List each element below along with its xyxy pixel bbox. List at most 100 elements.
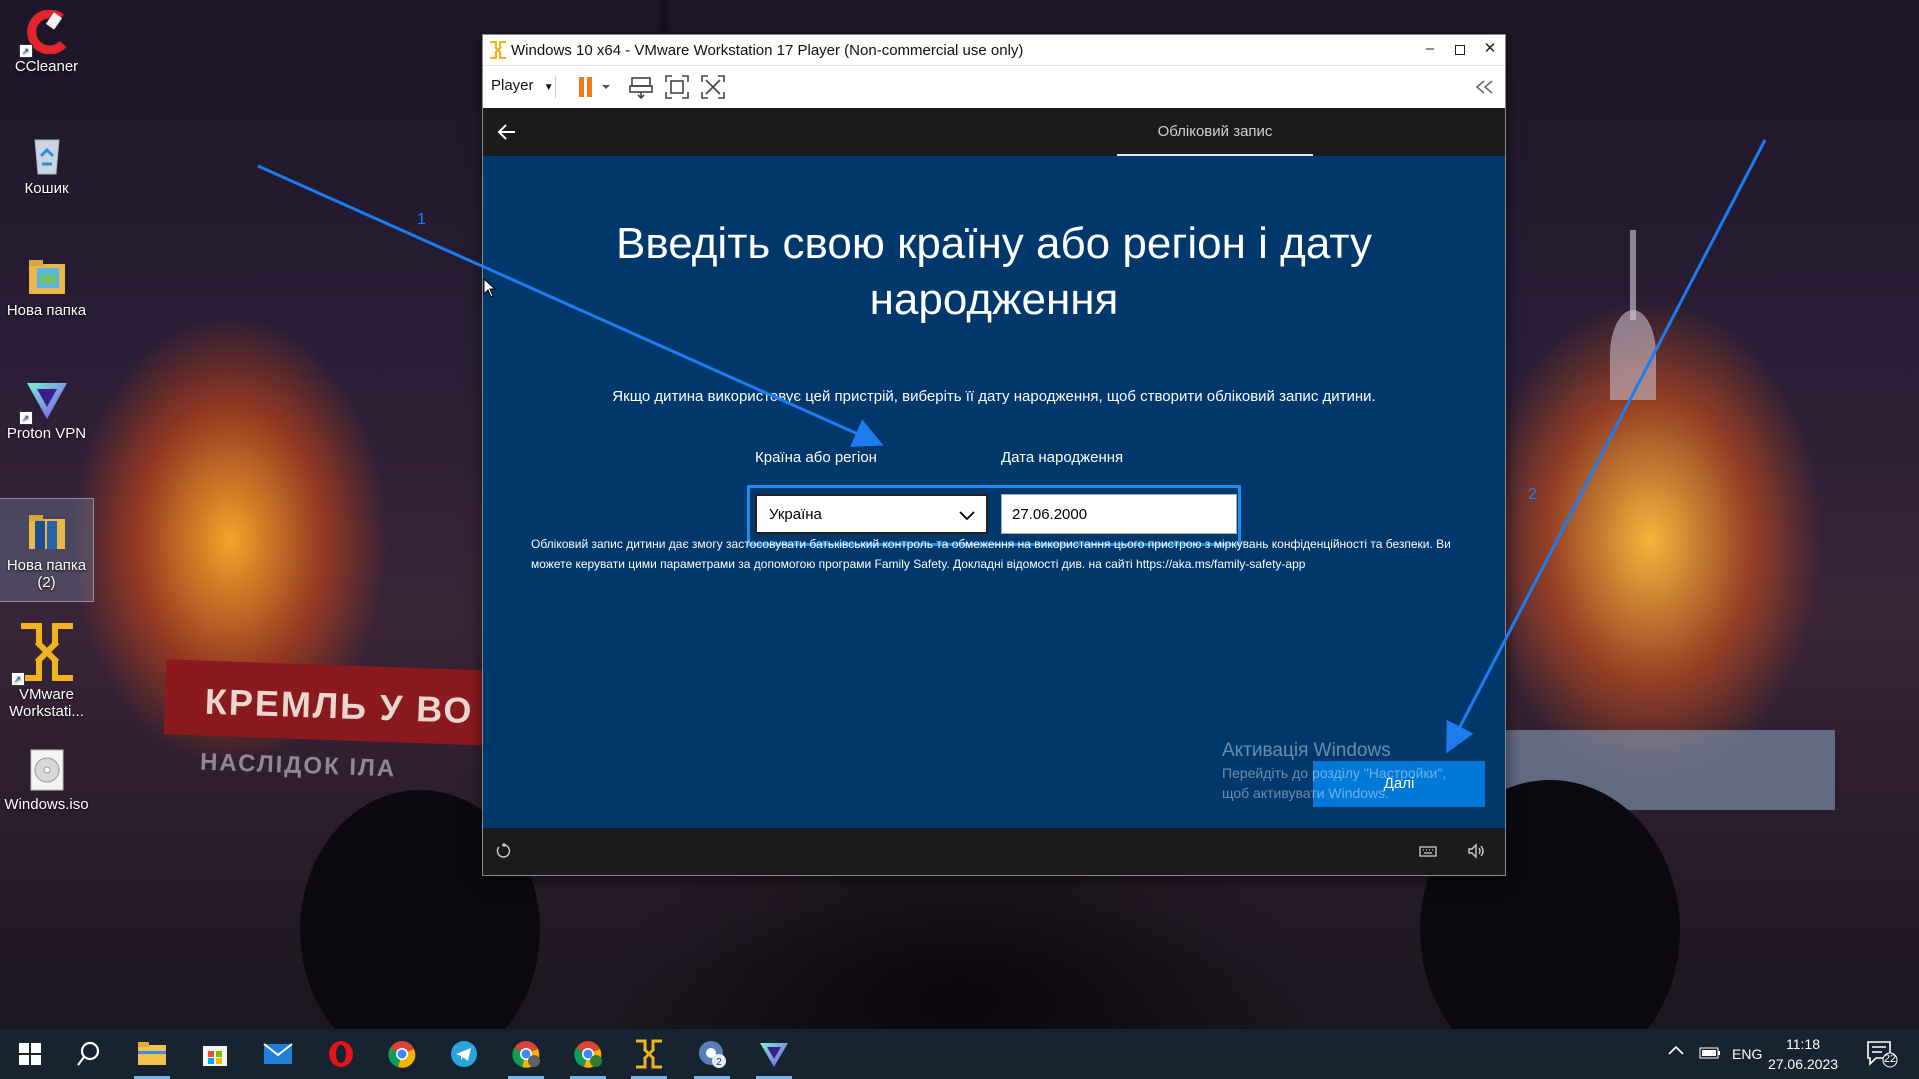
desktop-icon-new-folder[interactable]: Нова папка xyxy=(0,244,93,334)
taskbar-chrome[interactable] xyxy=(377,1029,427,1079)
toolbar-divider xyxy=(555,76,556,98)
desktop-icon-new-folder-2[interactable]: Нова папка (2) xyxy=(0,498,94,602)
fullscreen-icon[interactable] xyxy=(664,74,690,100)
taskbar-chrome-profile-j[interactable] xyxy=(563,1029,613,1079)
desktop-icon-label: VMware Workstati... xyxy=(9,686,84,720)
activation-title: Активація Windows xyxy=(1222,740,1391,761)
volume-icon[interactable] xyxy=(1467,842,1485,860)
minimize-button[interactable]: – xyxy=(1415,35,1445,65)
desktop-icon-proton-vpn[interactable]: ↗ Proton VPN xyxy=(0,367,93,457)
microsoft-store-icon xyxy=(203,1046,227,1066)
ccleaner-icon: ↗ xyxy=(18,9,69,58)
page-title-line1: Введіть свою країну або регіон і дату xyxy=(616,219,1372,268)
wallpaper-banner: КРЕМЛЬ У ВО xyxy=(163,659,497,746)
svg-text:2: 2 xyxy=(716,1057,722,1068)
birthdate-input[interactable] xyxy=(1001,494,1237,534)
mouse-cursor-icon xyxy=(483,277,497,303)
collapse-toolbar-icon[interactable] xyxy=(1474,79,1496,105)
vmware-app-icon xyxy=(489,40,507,60)
taskbar-microsoft-store[interactable] xyxy=(190,1029,240,1079)
desktop-icon-label: Нова папка xyxy=(6,302,87,319)
taskbar-proton-vpn[interactable] xyxy=(749,1029,799,1079)
chrome-icon xyxy=(388,1041,416,1068)
vmware-icon: ↗ xyxy=(10,622,77,686)
language-indicator[interactable]: ENG xyxy=(1732,1046,1762,1062)
window-title: Windows 10 x64 - VMware Workstation 17 P… xyxy=(511,42,1024,59)
mail-icon xyxy=(263,1043,293,1064)
annotation-number-1: 1 xyxy=(417,211,426,228)
search-button[interactable] xyxy=(64,1029,114,1079)
folder-icon xyxy=(25,254,69,298)
taskbar-vmware[interactable] xyxy=(624,1029,674,1079)
desktop-icon-label: Кошик xyxy=(24,180,69,197)
window-titlebar[interactable]: Windows 10 x64 - VMware Workstation 17 P… xyxy=(483,35,1505,66)
notification-count: 22 xyxy=(1883,1053,1897,1065)
page-title: Введіть свою країну або регіон і дату на… xyxy=(483,216,1505,328)
taskbar-telegram[interactable] xyxy=(439,1029,489,1079)
notification-center-icon[interactable]: 22 xyxy=(1866,1040,1898,1071)
desktop-icon-label: Нова папка (2) xyxy=(6,557,87,591)
start-button[interactable] xyxy=(5,1029,55,1079)
proton-vpn-icon xyxy=(760,1043,788,1067)
maximize-button[interactable] xyxy=(1445,35,1475,65)
player-menu[interactable]: Player ▼ xyxy=(491,77,554,94)
clock-time: 11:18 xyxy=(1786,1036,1820,1052)
vmware-toolbar: Player ▼ xyxy=(483,66,1505,109)
tab-account: Обліковий запис xyxy=(1117,108,1313,156)
oobe-header: Обліковий запис xyxy=(483,108,1505,156)
annotation-number-2: 2 xyxy=(1528,486,1537,503)
birthdate-label: Дата народження xyxy=(1001,449,1124,466)
taskbar: 2 ENG 11:18 27.06.2023 22 xyxy=(0,1029,1919,1079)
close-button[interactable]: ✕ xyxy=(1475,35,1505,65)
unity-mode-icon[interactable] xyxy=(700,74,726,100)
clock-date: 27.06.2023 xyxy=(1767,1056,1839,1072)
send-ctrl-alt-del-icon[interactable] xyxy=(628,74,654,100)
desktop-icon-windows-iso[interactable]: Windows.iso xyxy=(0,738,93,828)
page-subtitle: Якщо дитина використовує цей пристрій, в… xyxy=(612,388,1376,405)
chrome-profile-2-icon: 2 xyxy=(699,1041,726,1068)
dropdown-arrow-icon: ▼ xyxy=(543,82,554,93)
country-label: Країна або регіон xyxy=(755,449,877,466)
taskbar-chrome-profile-c[interactable] xyxy=(501,1029,551,1079)
player-menu-label: Player xyxy=(491,77,534,94)
country-select[interactable]: Україна xyxy=(755,494,988,534)
child-account-info: Обліковий запис дитини дає змогу застосо… xyxy=(531,537,1451,571)
search-icon xyxy=(77,1041,100,1066)
vmware-player-window: Windows 10 x64 - VMware Workstation 17 P… xyxy=(482,34,1506,876)
oobe-footer xyxy=(483,828,1505,875)
file-explorer-icon xyxy=(138,1042,166,1065)
guest-screen[interactable]: Обліковий запис Введіть свою країну або … xyxy=(483,108,1505,875)
activation-watermark: Активація Windows Перейдіть до розділу "… xyxy=(1222,739,1446,803)
country-select-value: Україна xyxy=(769,506,822,523)
keyboard-icon[interactable] xyxy=(1419,842,1437,860)
chrome-profile-j-icon xyxy=(574,1041,602,1068)
wallpaper-banner-subtext: НАСЛІДОК ІЛА xyxy=(199,748,397,783)
activation-line2: щоб активувати Windows. xyxy=(1222,785,1390,801)
taskbar-file-explorer[interactable] xyxy=(127,1029,177,1079)
proton-vpn-icon: ↗ xyxy=(18,377,69,425)
battery-icon[interactable] xyxy=(1699,1046,1721,1062)
vmware-icon xyxy=(636,1039,662,1069)
disc-image-icon xyxy=(25,748,69,792)
taskbar-opera[interactable] xyxy=(316,1029,366,1079)
desktop-icon-recycle-bin[interactable]: Кошик xyxy=(0,122,93,212)
recycle-bin-icon xyxy=(25,132,69,176)
desktop-icon-label: Windows.iso xyxy=(4,796,89,813)
taskbar-mail[interactable] xyxy=(253,1029,303,1079)
chrome-profile-c-icon xyxy=(512,1041,540,1068)
desktop-icon-vmware[interactable]: ↗ VMware Workstati... xyxy=(0,612,93,722)
chevron-down-icon xyxy=(958,506,976,524)
clock[interactable]: 11:18 27.06.2023 xyxy=(1760,1034,1846,1074)
opera-icon xyxy=(329,1041,353,1067)
desktop-icon-label: Proton VPN xyxy=(6,425,87,442)
page-title-line2: народження xyxy=(869,275,1119,324)
desktop-icon-label: CCleaner xyxy=(14,58,79,75)
desktop-icon-ccleaner[interactable]: ↗ CCleaner xyxy=(0,0,93,90)
show-hidden-icons-chevron-up-icon[interactable] xyxy=(1668,1043,1684,1059)
ease-of-access-icon[interactable] xyxy=(495,842,513,860)
activation-line1: Перейдіть до розділу "Настройки", xyxy=(1222,765,1447,781)
back-arrow-icon[interactable] xyxy=(495,120,519,144)
taskbar-chrome-profile-2[interactable]: 2 xyxy=(687,1029,737,1079)
pause-button[interactable] xyxy=(578,74,614,100)
start-icon xyxy=(19,1043,41,1065)
